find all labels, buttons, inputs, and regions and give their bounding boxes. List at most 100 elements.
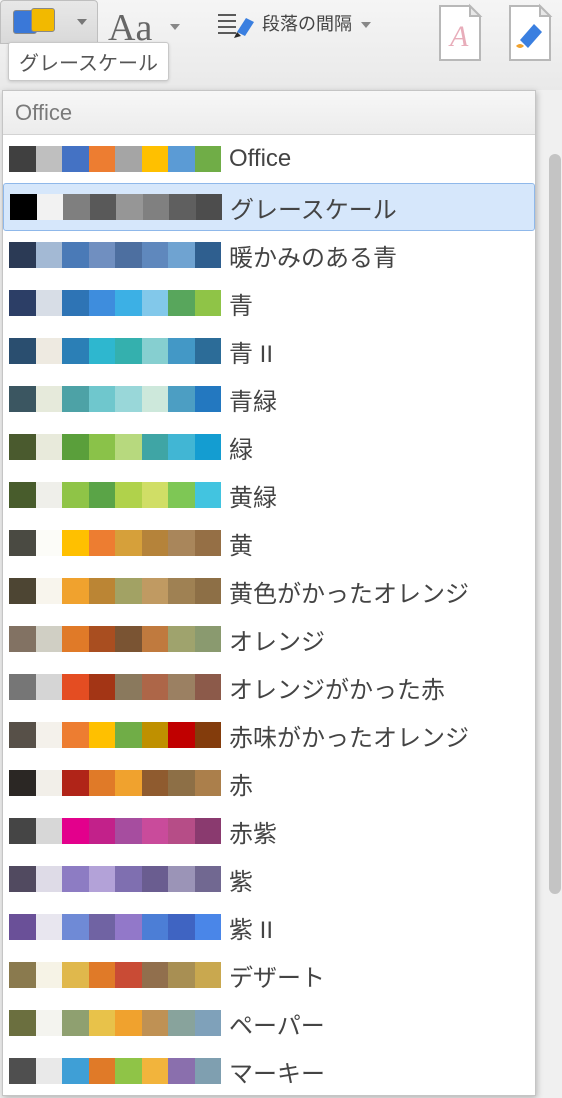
swatch [9,674,36,700]
swatch [36,482,63,508]
theme-label: 青 II [229,334,273,369]
theme-fonts-button[interactable]: Aa [108,6,152,50]
swatch [168,242,195,268]
swatch [115,242,142,268]
swatch [89,482,116,508]
swatch [168,146,195,172]
swatch [89,770,116,796]
scrollbar-track[interactable] [546,154,562,994]
swatch [168,962,195,988]
theme-row[interactable]: 青 [3,279,535,327]
paragraph-spacing-button[interactable]: 段落の間隔 [262,10,371,36]
swatch [9,866,36,892]
theme-label: オレンジ [229,622,325,657]
swatch [9,1010,36,1036]
page-color-button[interactable] [502,2,556,64]
swatch [195,818,222,844]
swatch [116,194,143,220]
theme-row[interactable]: Office [3,135,535,183]
svg-text:A: A [448,20,469,53]
swatch [9,770,36,796]
swatch [36,290,63,316]
swatch [62,1058,89,1084]
theme-row[interactable]: デザート [3,951,535,999]
swatch [62,770,89,796]
swatch [62,1010,89,1036]
theme-row[interactable]: オレンジ [3,615,535,663]
swatch [9,290,36,316]
paragraph-spacing-label: 段落の間隔 [262,14,352,34]
swatch [9,530,36,556]
theme-row[interactable]: 青 II [3,327,535,375]
swatch [195,338,222,364]
swatch [89,338,116,364]
swatch [36,770,63,796]
swatch [89,1058,116,1084]
theme-label: マーキー [229,1054,325,1089]
swatch [36,242,63,268]
theme-row[interactable]: 青緑 [3,375,535,423]
theme-row[interactable]: ペーパー [3,999,535,1047]
swatch [115,386,142,412]
swatch [169,194,196,220]
theme-row[interactable]: 緑 [3,423,535,471]
swatch [62,290,89,316]
swatch [62,626,89,652]
theme-row[interactable]: 黄色がかったオレンジ [3,567,535,615]
theme-swatches [10,194,222,220]
swatch [36,962,63,988]
theme-row[interactable]: グレースケール [3,183,535,231]
color-theme-dropdown: Office Officeグレースケール暖かみのある青青青 II青緑緑黄緑黄黄色… [2,90,536,1096]
swatch [195,530,222,556]
swatch [115,1058,142,1084]
swatch [115,674,142,700]
swatch [89,722,116,748]
swatch [36,818,63,844]
swatch [115,770,142,796]
swatch [196,194,223,220]
theme-row[interactable]: 紫 [3,855,535,903]
swatch [9,626,36,652]
theme-row[interactable]: 赤紫 [3,807,535,855]
theme-row[interactable]: 紫 II [3,903,535,951]
theme-row[interactable]: 黄緑 [3,471,535,519]
theme-row[interactable]: 黄 [3,519,535,567]
swatch [142,578,169,604]
scrollbar-thumb[interactable] [549,154,561,894]
swatch [10,194,37,220]
theme-label: 紫 [229,862,253,897]
theme-row[interactable]: マーキー [3,1047,535,1095]
theme-fonts-label: Aa [108,7,152,49]
theme-colors-button[interactable] [0,0,98,44]
swatch [142,914,169,940]
swatch [143,194,170,220]
swatch [89,530,116,556]
swatch [9,482,36,508]
swatch [168,770,195,796]
swatch [142,242,169,268]
swatch [195,146,222,172]
swatch [89,818,116,844]
theme-row[interactable]: オレンジがかった赤 [3,663,535,711]
swatch [195,434,222,460]
theme-row[interactable]: 赤 [3,759,535,807]
swatch [9,146,36,172]
swatch [62,914,89,940]
theme-label: ペーパー [229,1006,325,1041]
swatch [36,578,63,604]
swatch [115,578,142,604]
swatch [115,818,142,844]
watermark-button[interactable]: A [432,2,486,64]
swatch [62,722,89,748]
theme-row[interactable]: 暖かみのある青 [3,231,535,279]
swatch [168,386,195,412]
swatch [62,962,89,988]
swatch [36,1010,63,1036]
swatch [142,1058,169,1084]
theme-row[interactable]: 赤味がかったオレンジ [3,711,535,759]
swatch [89,866,116,892]
swatch [142,434,169,460]
swatch [36,434,63,460]
swatch [89,1010,116,1036]
swatch [142,674,169,700]
